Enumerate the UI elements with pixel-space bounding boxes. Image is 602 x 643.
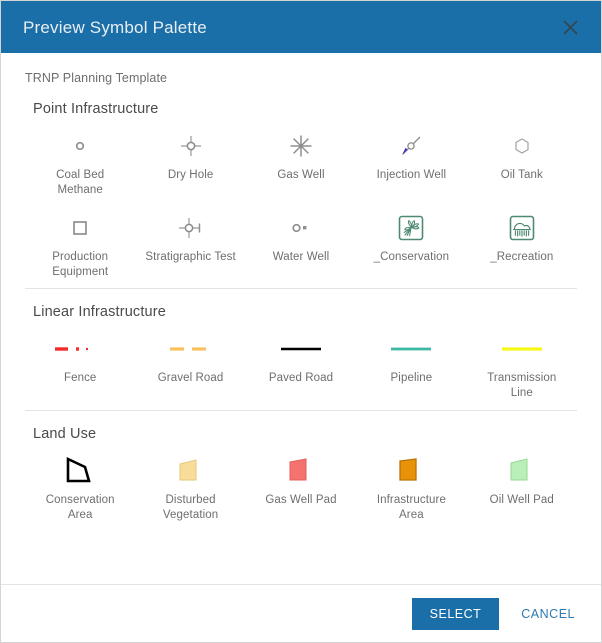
line-dash-dot-icon [44, 334, 116, 364]
symbol-label: Fence [64, 371, 96, 386]
symbol-label: Dry Hole [168, 168, 214, 183]
section-linear-infrastructure: Linear Infrastructure Fence [1, 288, 601, 410]
symbol-item-injection-well[interactable]: Injection Well [356, 121, 466, 203]
symbol-label: Injection Well [377, 168, 447, 183]
symbol-item-recreation[interactable]: _Recreation [467, 203, 577, 285]
polygon-fill-icon [265, 456, 337, 486]
template-name: TRNP Planning Template [1, 53, 601, 85]
line-solid-icon [486, 334, 558, 364]
symbol-item-paved-road[interactable]: Paved Road [246, 324, 356, 406]
symbol-item-pipeline[interactable]: Pipeline [356, 324, 466, 406]
symbol-label: Infrastructure Area [365, 493, 457, 524]
symbol-grid: Conservation Area Disturbed Vegetation [25, 444, 577, 532]
symbol-item-coal-bed-methane[interactable]: Coal Bed Methane [25, 121, 135, 203]
square-outline-icon [44, 213, 116, 243]
symbol-label: Pipeline [391, 371, 433, 386]
symbol-label: Paved Road [269, 371, 333, 386]
polygon-fill-icon [375, 456, 447, 486]
circle-cross-icon [155, 131, 227, 161]
polygon-fill-icon [155, 456, 227, 486]
line-solid-icon [265, 334, 337, 364]
symbol-item-production-equipment[interactable]: Production Equipment [25, 203, 135, 285]
symbol-label: _Recreation [490, 250, 553, 265]
symbol-item-conservation[interactable]: _Conservation [356, 203, 466, 285]
symbol-label: Oil Well Pad [490, 493, 554, 508]
small-circle-outline-icon [44, 131, 116, 161]
starburst-icon [265, 131, 337, 161]
symbol-label: Transmission Line [476, 371, 568, 402]
symbol-label: _Conservation [374, 250, 449, 265]
hexagon-outline-icon [486, 131, 558, 161]
close-icon[interactable] [555, 12, 585, 42]
section-title: Linear Infrastructure [25, 288, 577, 322]
dialog-footer: SELECT CANCEL [1, 584, 601, 642]
select-button[interactable]: SELECT [412, 598, 500, 630]
symbol-label: Gravel Road [158, 371, 224, 386]
symbol-label: Production Equipment [34, 250, 126, 281]
injection-arrow-icon [375, 131, 447, 161]
conservation-plant-icon [375, 213, 447, 243]
line-solid-icon [375, 334, 447, 364]
polygon-fill-icon [486, 456, 558, 486]
symbol-label: Stratigraphic Test [145, 250, 235, 265]
symbol-item-stratigraphic-test[interactable]: Stratigraphic Test [135, 203, 245, 285]
cancel-button[interactable]: CANCEL [517, 598, 579, 630]
circle-cross-bar-icon [155, 213, 227, 243]
symbol-label: Conservation Area [34, 493, 126, 524]
symbol-item-disturbed-vegetation[interactable]: Disturbed Vegetation [135, 446, 245, 528]
symbol-label: Water Well [273, 250, 330, 265]
section-point-infrastructure: Point Infrastructure Coal Bed Methane [1, 85, 601, 288]
symbol-item-oil-well-pad[interactable]: Oil Well Pad [467, 446, 577, 528]
circle-dot-icon [265, 213, 337, 243]
symbol-grid: Fence Gravel Road [25, 322, 577, 410]
symbol-item-transmission-line[interactable]: Transmission Line [467, 324, 577, 406]
symbol-label: Gas Well [277, 168, 324, 183]
symbol-label: Coal Bed Methane [34, 168, 126, 199]
section-title: Point Infrastructure [25, 85, 577, 119]
symbol-item-gravel-road[interactable]: Gravel Road [135, 324, 245, 406]
symbol-item-conservation-area[interactable]: Conservation Area [25, 446, 135, 528]
dialog-body: TRNP Planning Template Point Infrastruct… [1, 53, 601, 584]
line-dashed-icon [155, 334, 227, 364]
symbol-item-water-well[interactable]: Water Well [246, 203, 356, 285]
symbol-item-fence[interactable]: Fence [25, 324, 135, 406]
symbol-label: Gas Well Pad [265, 493, 336, 508]
symbol-label: Disturbed Vegetation [145, 493, 237, 524]
symbol-item-dry-hole[interactable]: Dry Hole [135, 121, 245, 203]
symbol-grid: Coal Bed Methane Dry Hole [25, 119, 577, 288]
symbol-label: Oil Tank [501, 168, 543, 183]
symbol-item-gas-well[interactable]: Gas Well [246, 121, 356, 203]
section-land-use: Land Use Conservation Area [1, 410, 601, 532]
recreation-rain-icon [486, 213, 558, 243]
section-title: Land Use [25, 410, 577, 444]
polygon-outline-icon [44, 456, 116, 486]
symbol-item-infrastructure-area[interactable]: Infrastructure Area [356, 446, 466, 528]
symbol-item-gas-well-pad[interactable]: Gas Well Pad [246, 446, 356, 528]
dialog-header: Preview Symbol Palette [1, 1, 601, 53]
preview-symbol-palette-dialog: Preview Symbol Palette TRNP Planning Tem… [0, 0, 602, 643]
symbol-item-oil-tank[interactable]: Oil Tank [467, 121, 577, 203]
page-title: Preview Symbol Palette [23, 19, 207, 36]
